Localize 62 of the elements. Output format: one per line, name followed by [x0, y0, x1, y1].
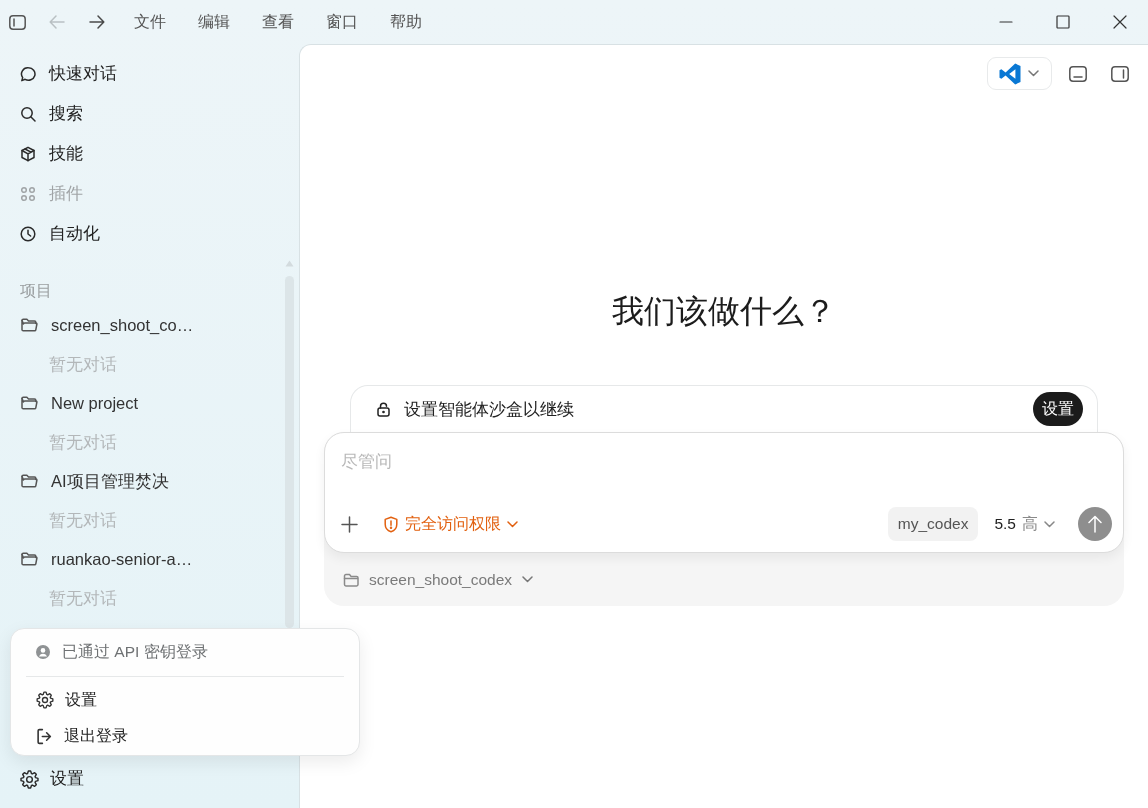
chevron-down-icon	[1028, 70, 1039, 77]
menu-bar-item[interactable]: 帮助	[374, 8, 438, 36]
folder-icon	[20, 317, 38, 333]
sandbox-prompt-text: 设置智能体沙盒以继续	[404, 398, 575, 420]
settings-button[interactable]: 设置	[8, 759, 291, 799]
chevron-down-icon	[507, 520, 518, 528]
right-panel-toggle-icon[interactable]	[1111, 65, 1129, 82]
folder-icon	[343, 572, 359, 587]
empty-conversations-note: 暂无对话	[49, 354, 117, 375]
chevron-down-icon	[522, 576, 534, 583]
scrollbar-thumb[interactable]	[285, 276, 294, 628]
gear-icon	[36, 691, 54, 709]
project-picker-button[interactable]: screen_shoot_codex	[343, 567, 534, 592]
cube-icon	[20, 146, 36, 162]
folder-icon	[20, 395, 38, 411]
gear-icon	[20, 769, 39, 789]
close-icon[interactable]	[1112, 15, 1127, 29]
menu-item[interactable]: 设置	[26, 682, 344, 718]
menu-bar-item[interactable]: 窗口	[310, 8, 374, 36]
folder-icon	[20, 551, 38, 567]
chat-bubble-icon	[20, 66, 36, 82]
plus-icon[interactable]	[341, 515, 358, 533]
menu-bar-item[interactable]: 查看	[246, 8, 310, 36]
page-heading: 我们该做什么？	[612, 292, 836, 331]
login-status-text: 已通过 API 密钥登录	[62, 642, 208, 663]
project-item[interactable]: AI项目管理焚决	[8, 462, 275, 500]
sidebar-nav-item[interactable]: 快速对话	[8, 54, 291, 94]
sidebar-nav-item[interactable]: 自动化	[8, 214, 291, 254]
message-input[interactable]: 尽管问	[341, 433, 1112, 477]
forward-arrow-icon[interactable]	[89, 14, 105, 30]
padlock-icon	[377, 401, 390, 417]
project-item[interactable]: screen_shoot_co…	[8, 306, 275, 344]
sidebar-nav-item[interactable]: 技能	[8, 134, 291, 174]
message-composer[interactable]: 尽管问 完全访问权限 my_codex 5.5 高	[324, 432, 1124, 553]
logout-icon	[36, 727, 53, 745]
section-heading: 项目	[20, 281, 52, 301]
open-in-editor-button[interactable]	[987, 57, 1052, 90]
app-logo-icon	[998, 61, 1022, 86]
profile-chip[interactable]: my_codex	[887, 507, 979, 541]
maximize-icon[interactable]	[1055, 15, 1070, 29]
menu-bar-item[interactable]: 编辑	[182, 8, 246, 36]
folder-icon	[20, 473, 38, 489]
setup-button[interactable]: 设置	[1033, 392, 1083, 426]
four-dots-icon	[20, 186, 36, 202]
menu-bar-item[interactable]: 文件	[118, 8, 182, 36]
search-icon	[20, 106, 36, 122]
project-item[interactable]: New project	[8, 384, 275, 422]
sidebar-nav-item[interactable]: 搜索	[8, 94, 291, 134]
arrow-up-icon	[1088, 515, 1102, 533]
model-selector-button[interactable]: 5.5 高	[994, 512, 1055, 536]
chevron-down-icon	[1044, 520, 1055, 528]
bottom-panel-toggle-icon[interactable]	[1069, 65, 1087, 82]
empty-conversations-note: 暂无对话	[49, 432, 117, 453]
clock-icon	[20, 226, 36, 242]
sidebar-toggle-icon[interactable]	[8, 14, 26, 30]
menu-item[interactable]: 退出登录	[26, 718, 344, 754]
empty-conversations-note: 暂无对话	[49, 588, 117, 609]
shield-exclamation-icon	[383, 515, 399, 533]
project-item[interactable]: ruankao-senior-a…	[8, 540, 275, 578]
access-mode-button[interactable]: 完全访问权限	[383, 512, 518, 536]
user-avatar-icon	[36, 645, 50, 659]
empty-conversations-note: 暂无对话	[49, 510, 117, 531]
